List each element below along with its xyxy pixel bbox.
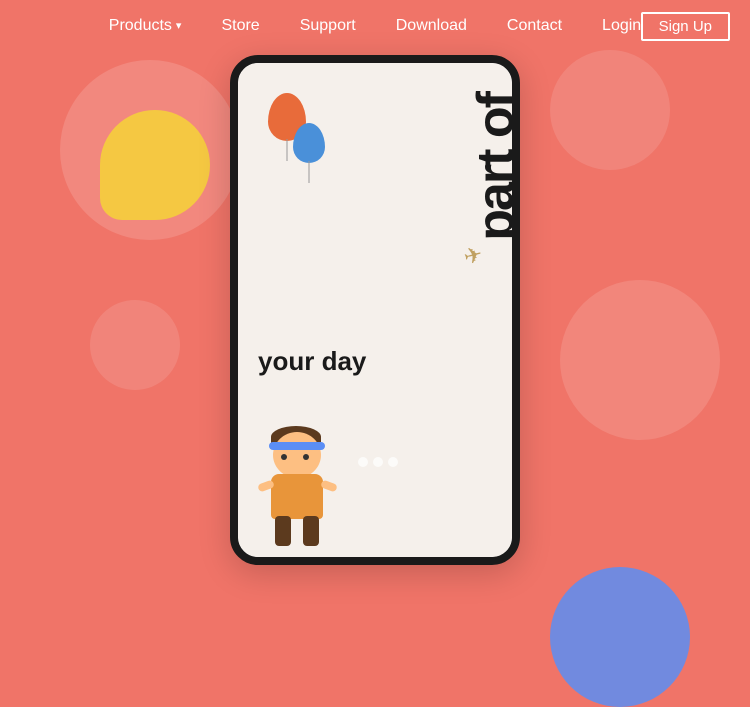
nav-store-label: Store (221, 17, 259, 35)
vertical-hero-text: part of (470, 93, 512, 241)
bg-circle-mid-left (90, 300, 180, 390)
char-leg-left (275, 516, 291, 546)
nav-login-label: Login (602, 17, 641, 35)
balloon-blue (293, 123, 325, 163)
dots-decoration (358, 457, 398, 467)
nav-support-label: Support (300, 17, 356, 35)
nav-support[interactable]: Support (300, 17, 356, 35)
device-frame: part of your day ✈ (230, 55, 520, 565)
char-eye-left (281, 454, 287, 460)
dot-2 (373, 457, 383, 467)
char-eye-right (303, 454, 309, 460)
chevron-down-icon: ▾ (176, 19, 182, 32)
bg-circle-top-right (550, 50, 670, 170)
device-mockup: part of your day ✈ (230, 55, 520, 565)
nav-store[interactable]: Store (221, 17, 259, 35)
plane-icon: ✈ (461, 241, 486, 271)
nav-login[interactable]: Login (602, 17, 641, 35)
nav-products-label: Products (109, 17, 172, 35)
nav-download-label: Download (396, 17, 467, 35)
nav-contact[interactable]: Contact (507, 17, 562, 35)
bg-circle-top-left (60, 60, 240, 240)
bg-circle-bottom-right (550, 567, 690, 707)
bg-circle-mid-right (560, 280, 720, 440)
navigation: Products ▾ Store Support Download Contac… (0, 0, 750, 51)
char-leg-right (303, 516, 319, 546)
nav-products[interactable]: Products ▾ (109, 17, 182, 35)
dot-3 (388, 457, 398, 467)
nav-contact-label: Contact (507, 17, 562, 35)
nav-download[interactable]: Download (396, 17, 467, 35)
char-body (271, 474, 323, 519)
char-headband (269, 442, 325, 450)
signup-button[interactable]: Sign Up (641, 12, 730, 41)
device-screen: part of your day ✈ (238, 63, 512, 557)
character-illustration (253, 432, 353, 552)
dot-1 (358, 457, 368, 467)
yellow-blob-decoration (100, 110, 210, 220)
hero-tagline: your day (258, 346, 366, 377)
